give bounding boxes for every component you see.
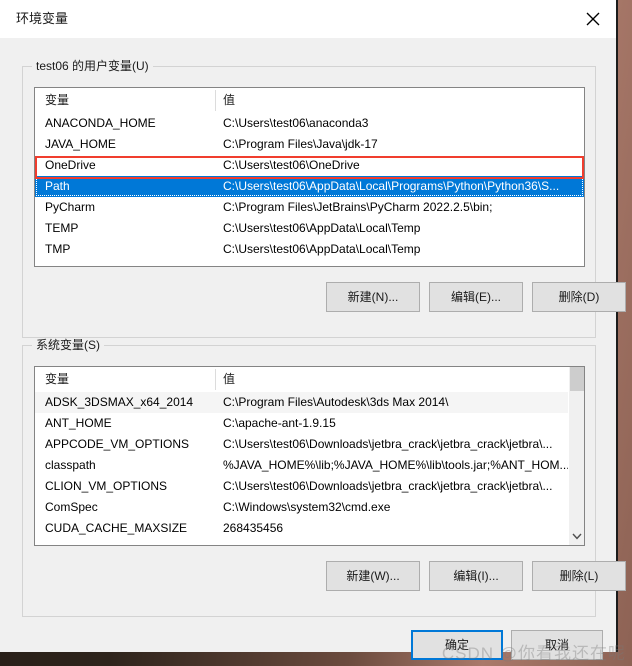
variable-value-cell: C:\Program Files\JetBrains\PyCharm 2022.…	[223, 200, 493, 214]
variable-name-cell: APPCODE_VM_OPTIONS	[45, 437, 190, 451]
close-icon[interactable]	[570, 0, 616, 38]
table-row[interactable]: CUDA_CACHE_MAXSIZE 268435456	[35, 518, 584, 539]
variable-name-cell: CUDA_CACHE_MAXSIZE	[45, 521, 188, 535]
system-variable-actions: 新建(W)... 编辑(I)... 删除(L)	[23, 561, 626, 591]
table-row[interactable]: classpath %JAVA_HOME%\lib;%JAVA_HOME%\lib…	[35, 455, 584, 476]
variable-name-cell: TEMP	[45, 221, 79, 235]
scrollbar-thumb[interactable]	[570, 367, 584, 391]
variable-value-cell: C:\Program Files\Java\jdk-17	[223, 137, 378, 151]
user-variables-group: test06 的用户变量(U) 变量 值 ANACONDA_HOME C:\Use…	[22, 59, 626, 338]
system-variables-list[interactable]: 变量 值 ADSK_3DSMAX_x64_2014 C:\Program File…	[34, 366, 585, 546]
table-row[interactable]: TEMP C:\Users\test06\AppData\Local\Temp	[35, 218, 584, 239]
user-column-header-name[interactable]: 变量	[45, 93, 69, 108]
variable-name-cell: Path	[45, 179, 70, 193]
system-variables-legend: 系统变量(S)	[32, 338, 104, 353]
variable-value-cell: %JAVA_HOME%\lib;%JAVA_HOME%\lib\tools.ja…	[223, 458, 570, 472]
environment-variables-dialog: 环境变量 test06 的用户变量(U) 变量 值 ANACONDA_HOME C…	[0, 0, 626, 660]
table-row[interactable]: APPCODE_VM_OPTIONS C:\Users\test06\Downlo…	[35, 434, 584, 455]
variable-name-cell: ComSpec	[45, 500, 98, 514]
table-row[interactable]: JAVA_HOME C:\Program Files\Java\jdk-17	[35, 134, 584, 155]
window-title: 环境变量	[16, 11, 69, 26]
user-edit-button[interactable]: 编辑(E)...	[429, 282, 523, 312]
variable-value-cell: C:\Users\test06\OneDrive	[223, 158, 360, 172]
user-variables-list[interactable]: 变量 值 ANACONDA_HOME C:\Users\test06\anacon…	[34, 87, 585, 267]
user-list-header: 变量 值	[35, 88, 584, 113]
system-variables-group: 系统变量(S) 变量 值 ADSK_3DSMAX_x64_2014 C:\Prog…	[22, 338, 626, 617]
title-bar: 环境变量	[0, 0, 616, 38]
variable-name-cell: TMP	[45, 242, 71, 256]
user-column-header-value[interactable]: 值	[223, 93, 235, 108]
variable-name-cell: CLION_VM_OPTIONS	[45, 479, 168, 493]
system-column-header-value[interactable]: 值	[223, 372, 235, 387]
variable-name-cell: JAVA_HOME	[45, 137, 116, 151]
user-delete-button[interactable]: 删除(D)	[532, 282, 626, 312]
table-row[interactable]: PyCharm C:\Program Files\JetBrains\PyChar…	[35, 197, 584, 218]
system-list-body: ADSK_3DSMAX_x64_2014 C:\Program Files\Aut…	[35, 392, 584, 539]
variable-name-cell: ANACONDA_HOME	[45, 116, 156, 130]
table-row[interactable]: OneDrive C:\Users\test06\OneDrive	[35, 155, 584, 176]
variable-value-cell: C:\Users\test06\AppData\Local\Temp	[223, 221, 421, 235]
variable-value-cell: C:\Users\test06\AppData\Local\Temp	[223, 242, 421, 256]
variable-value-cell: C:\apache-ant-1.9.15	[223, 416, 336, 430]
variable-value-cell: C:\Users\test06\Downloads\jetbra_crack\j…	[223, 437, 553, 451]
column-divider	[215, 90, 216, 111]
column-divider	[215, 369, 216, 390]
variable-value-cell: C:\Users\test06\anaconda3	[223, 116, 369, 130]
variable-name-cell: classpath	[45, 458, 96, 472]
variable-value-cell: C:\Program Files\Autodesk\3ds Max 2014\	[223, 395, 449, 409]
variable-value-cell: C:\Windows\system32\cmd.exe	[223, 500, 391, 514]
variable-value-cell: 268435456	[223, 521, 284, 535]
table-row[interactable]: ComSpec C:\Windows\system32\cmd.exe	[35, 497, 584, 518]
system-new-button[interactable]: 新建(W)...	[326, 561, 420, 591]
user-variables-legend: test06 的用户变量(U)	[32, 59, 153, 74]
system-delete-button[interactable]: 删除(L)	[532, 561, 626, 591]
table-row[interactable]: CLION_VM_OPTIONS C:\Users\test06\Download…	[35, 476, 584, 497]
system-edit-button[interactable]: 编辑(I)...	[429, 561, 523, 591]
table-row[interactable]: ANT_HOME C:\apache-ant-1.9.15	[35, 413, 584, 434]
user-new-button[interactable]: 新建(N)...	[326, 282, 420, 312]
variable-name-cell: PyCharm	[45, 200, 96, 214]
chevron-down-icon[interactable]	[569, 528, 584, 545]
table-row[interactable]: ADSK_3DSMAX_x64_2014 C:\Program Files\Aut…	[35, 392, 584, 413]
table-row[interactable]: ANACONDA_HOME C:\Users\test06\anaconda3	[35, 113, 584, 134]
system-list-scrollbar[interactable]	[568, 367, 584, 545]
dialog-content: test06 的用户变量(U) 变量 值 ANACONDA_HOME C:\Use…	[0, 38, 626, 660]
variable-name-cell: OneDrive	[45, 158, 96, 172]
variable-value-cell: C:\Users\test06\Downloads\jetbra_crack\j…	[223, 479, 553, 493]
variable-name-cell: ANT_HOME	[45, 416, 112, 430]
table-row[interactable]: TMP C:\Users\test06\AppData\Local\Temp	[35, 239, 584, 260]
variable-name-cell: ADSK_3DSMAX_x64_2014	[45, 395, 194, 409]
user-variable-actions: 新建(N)... 编辑(E)... 删除(D)	[23, 282, 626, 312]
user-list-body: ANACONDA_HOME C:\Users\test06\anaconda3 JA…	[35, 113, 584, 260]
table-row[interactable]: Path C:\Users\test06\AppData\Local\Progra…	[35, 176, 584, 197]
system-column-header-name[interactable]: 变量	[45, 372, 69, 387]
system-list-header: 变量 值	[35, 367, 584, 392]
csdn-watermark: CSDN @你看我还在呢	[441, 644, 626, 663]
variable-value-cell: C:\Users\test06\AppData\Local\Programs\P…	[223, 179, 560, 193]
